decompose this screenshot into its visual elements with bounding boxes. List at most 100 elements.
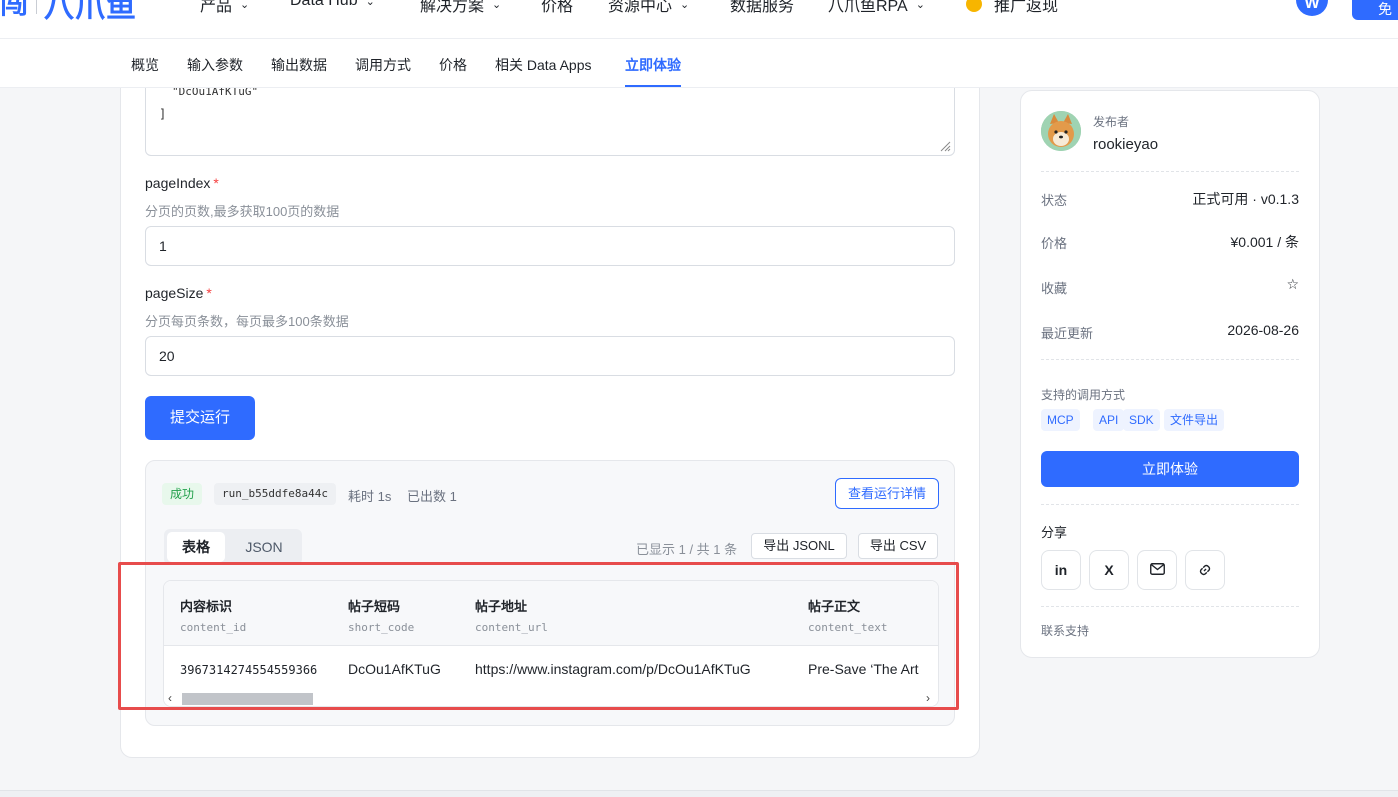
- table-cell: 3967314274554559366: [180, 663, 318, 677]
- logo-mark[interactable]: 闯: [0, 0, 28, 22]
- elapsed-time: 耗时 1s: [348, 489, 392, 504]
- tab-input-params[interactable]: 输入参数: [187, 55, 243, 75]
- submit-run-button[interactable]: 提交运行: [145, 396, 255, 440]
- horizontal-scrollbar[interactable]: ‹ ›: [164, 691, 938, 706]
- status-badge: 成功: [162, 483, 203, 505]
- resize-grip-icon[interactable]: [939, 140, 951, 152]
- export-csv-button[interactable]: 导出 CSV: [858, 533, 938, 559]
- tab-pricing[interactable]: 价格: [439, 55, 467, 75]
- textarea-line: ]: [159, 107, 167, 121]
- field-label-text: pageSize: [145, 285, 204, 301]
- nav-item-data-hub[interactable]: Data Hub ⌄: [290, 0, 375, 10]
- chevron-down-icon: ⌄: [492, 0, 502, 11]
- nav-item-label: 价格: [541, 0, 574, 15]
- table-cell: Pre-Save ‘The Art: [808, 661, 919, 677]
- free-trial-button[interactable]: 免: [1352, 0, 1398, 20]
- try-now-button[interactable]: 立即体验: [1041, 451, 1299, 487]
- column-key: content_text: [808, 621, 888, 634]
- link-icon: [1199, 564, 1211, 576]
- coin-icon: [966, 0, 982, 12]
- page-index-label: pageIndex *: [145, 175, 219, 191]
- updated-value: 2026-08-26: [1227, 322, 1299, 338]
- x-share-button[interactable]: X: [1089, 550, 1129, 590]
- favorite-star-icon[interactable]: ☆: [1286, 276, 1299, 293]
- shown-count: 已显示 1 / 共 1 条: [636, 542, 738, 557]
- method-chip-file-export: 文件导出: [1164, 409, 1225, 431]
- share-title: 分享: [1041, 525, 1068, 540]
- method-chip-sdk: SDK: [1123, 409, 1160, 431]
- x-icon: X: [1104, 562, 1114, 578]
- column-key: short_code: [348, 621, 415, 634]
- price-value: ¥0.001 / 条: [1230, 234, 1300, 250]
- scroll-right-icon[interactable]: ›: [926, 691, 930, 705]
- active-tab-indicator: [625, 85, 681, 87]
- tab-try-now[interactable]: 立即体验: [625, 55, 681, 75]
- run-id-tag: run_b55ddfe8a44c: [214, 483, 336, 505]
- divider: [1041, 171, 1299, 172]
- publisher-avatar[interactable]: [1041, 111, 1081, 151]
- logo-text[interactable]: 八爪鱼: [44, 0, 137, 26]
- tab-json-view[interactable]: JSON: [230, 532, 298, 562]
- output-count: 已出数 1: [407, 489, 457, 504]
- nav-item-label: Data Hub: [290, 0, 358, 9]
- contact-support-link[interactable]: 联系支持: [1041, 622, 1089, 639]
- page-size-hint: 分页每页条数，每页最多100条数据: [145, 314, 349, 329]
- divider: [1041, 606, 1299, 607]
- results-table: 内容标识 content_id 帖子短码 short_code 帖子地址 con…: [163, 580, 939, 707]
- required-mark: *: [206, 285, 212, 301]
- nav-item-resources[interactable]: 资源中心 ⌄: [608, 0, 689, 16]
- publisher-side-card: 发布者 rookieyao 状态 正式可用 · v0.1.3 价格 ¥0.001…: [1020, 90, 1320, 658]
- logo-divider: [36, 0, 37, 14]
- nav-item-label: 解决方案: [420, 0, 485, 15]
- scrollbar-thumb[interactable]: [182, 693, 313, 705]
- user-avatar[interactable]: W: [1296, 0, 1328, 16]
- column-header: 帖子短码 short_code: [348, 596, 414, 634]
- nav-item-referral[interactable]: 推广返现: [966, 0, 1058, 16]
- column-title: 帖子短码: [348, 599, 401, 614]
- column-header: 帖子地址 content_url: [475, 596, 548, 634]
- nav-item-products[interactable]: 产品 ⌄: [200, 0, 249, 16]
- linkedin-share-button[interactable]: in: [1041, 550, 1081, 590]
- email-share-button[interactable]: [1137, 550, 1177, 590]
- nav-item-rpa[interactable]: 八爪鱼RPA ⌄: [828, 0, 925, 16]
- column-title: 帖子正文: [808, 599, 861, 614]
- nav-item-label: 八爪鱼RPA: [828, 0, 908, 15]
- chevron-down-icon: ⌄: [680, 0, 690, 11]
- export-jsonl-button[interactable]: 导出 JSONL: [751, 533, 847, 559]
- chevron-down-icon: ⌄: [915, 0, 925, 11]
- method-chip-api: API: [1093, 409, 1125, 431]
- required-mark: *: [213, 175, 219, 191]
- chevron-down-icon: ⌄: [365, 0, 375, 8]
- tab-overview[interactable]: 概览: [131, 55, 159, 75]
- section-tab-bar: 概览 输入参数 输出数据 调用方式 价格 相关 Data Apps 立即体验: [0, 38, 1398, 88]
- tab-output-data[interactable]: 输出数据: [271, 55, 327, 75]
- nav-item-data-service[interactable]: 数据服务: [730, 0, 794, 16]
- nav-item-label: 数据服务: [730, 0, 795, 15]
- nav-item-solutions[interactable]: 解决方案 ⌄: [420, 0, 501, 16]
- nav-item-label: 资源中心: [608, 0, 673, 15]
- copy-link-button[interactable]: [1185, 550, 1225, 590]
- favorite-label: 收藏: [1041, 281, 1068, 296]
- view-run-details-button[interactable]: 查看运行详情: [835, 478, 939, 509]
- page-size-input[interactable]: 20: [145, 336, 955, 376]
- price-label: 价格: [1041, 236, 1068, 251]
- tab-call-methods[interactable]: 调用方式: [355, 55, 411, 75]
- tab-table-view[interactable]: 表格: [167, 532, 225, 562]
- status-value: 正式可用 · v0.1.3: [1192, 191, 1299, 207]
- top-navigation: 闯 八爪鱼 产品 ⌄ Data Hub ⌄ 解决方案 ⌄ 价格 资源中心 ⌄ 数据服务 …: [0, 0, 1398, 38]
- updated-label: 最近更新: [1041, 326, 1094, 341]
- scroll-left-icon[interactable]: ‹: [168, 691, 172, 705]
- publisher-name[interactable]: rookieyao: [1093, 136, 1158, 153]
- nav-item-label: 推广返现: [994, 0, 1059, 15]
- divider: [1041, 359, 1299, 360]
- column-header: 帖子正文 content_text: [808, 596, 887, 634]
- nav-item-label: 产品: [200, 0, 233, 15]
- table-cell: DcOu1AfKTuG: [348, 661, 441, 677]
- column-title: 内容标识: [180, 599, 233, 614]
- page-index-input[interactable]: 1: [145, 226, 955, 266]
- tab-related-apps[interactable]: 相关 Data Apps: [495, 55, 592, 75]
- linkedin-icon: in: [1054, 562, 1068, 578]
- nav-item-pricing[interactable]: 价格: [541, 0, 573, 16]
- table-cell[interactable]: https://www.instagram.com/p/DcOu1AfKTuG: [475, 661, 751, 677]
- column-header: 内容标识 content_id: [180, 596, 246, 634]
